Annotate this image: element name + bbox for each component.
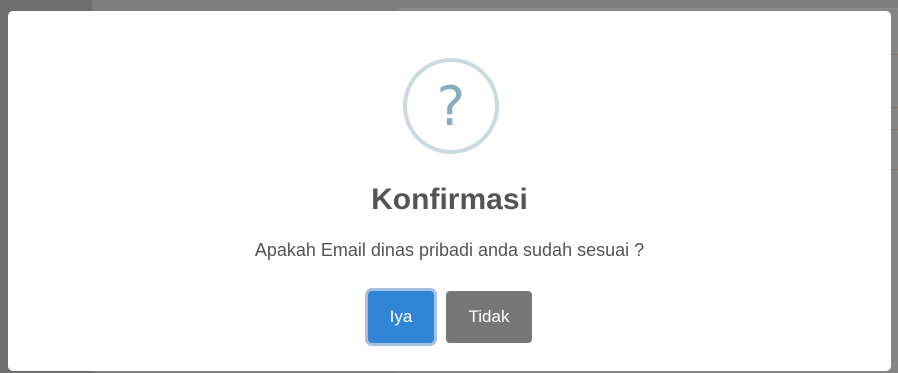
confirmation-dialog: ? Konfirmasi Apakah Email dinas pribadi … [8,11,891,371]
dialog-message: Apakah Email dinas pribadi anda sudah se… [254,240,645,260]
cancel-button[interactable]: Tidak [446,291,532,343]
dialog-title: Konfirmasi [371,183,528,216]
question-mark-glyph: ? [436,75,466,138]
question-icon: ? [403,58,499,154]
confirm-button[interactable]: Iya [368,291,434,343]
